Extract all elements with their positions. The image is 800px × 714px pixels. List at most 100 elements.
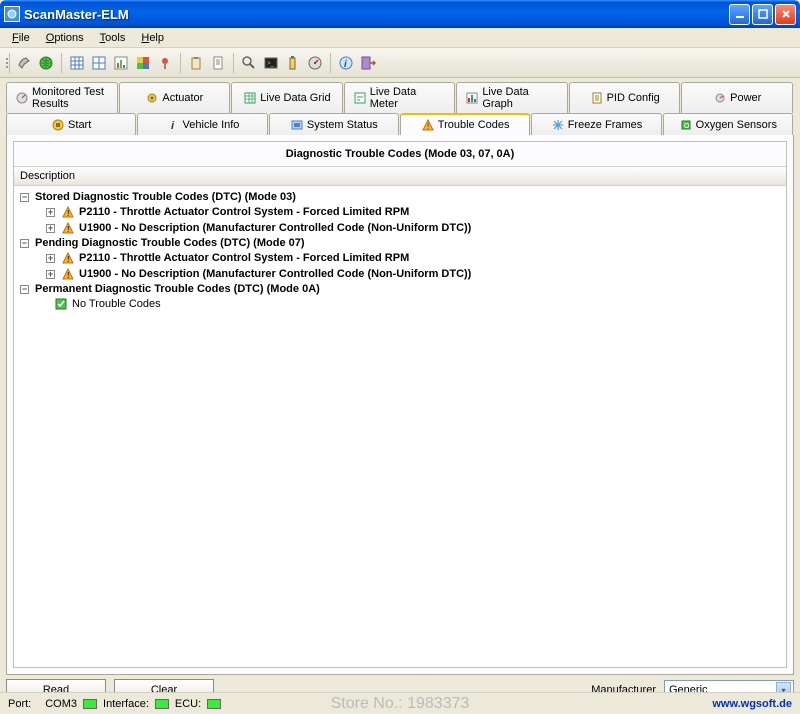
tree-item[interactable]: No Trouble Codes: [18, 296, 782, 312]
menu-file[interactable]: File: [4, 30, 38, 46]
palette-icon[interactable]: [133, 53, 153, 73]
tab-label: Live Data Meter: [370, 86, 447, 110]
clipboard-icon[interactable]: [186, 53, 206, 73]
tree-label: P2110 - Throttle Actuator Control System…: [79, 206, 409, 218]
tab-label: Trouble Codes: [438, 119, 510, 131]
status-interface-label: Interface:: [103, 698, 149, 710]
toolbar-grip: [4, 53, 10, 73]
status-port-label: Port:: [8, 698, 31, 710]
expand-icon[interactable]: +: [46, 224, 55, 233]
close-button[interactable]: [775, 4, 796, 25]
tab-monitored[interactable]: Monitored Test Results: [6, 82, 118, 113]
titlebar: ScanMaster-ELM: [0, 0, 800, 28]
dtc-tree: − Stored Diagnostic Trouble Codes (DTC) …: [14, 186, 786, 667]
tab-livegrid[interactable]: Live Data Grid: [231, 82, 343, 113]
tabs-container: Monitored Test Results Actuator Live Dat…: [0, 78, 800, 135]
grid1-icon[interactable]: [67, 53, 87, 73]
tab-power[interactable]: Power: [681, 82, 793, 113]
info-icon[interactable]: i: [336, 53, 356, 73]
collapse-icon[interactable]: −: [20, 193, 29, 202]
status-ecu-label: ECU:: [175, 698, 201, 710]
gauge-icon[interactable]: [305, 53, 325, 73]
status-led-port: [83, 699, 97, 709]
search-icon[interactable]: [239, 53, 259, 73]
status-link[interactable]: www.wgsoft.de: [712, 698, 792, 710]
tab-actuator[interactable]: Actuator: [119, 82, 231, 113]
tree-group-pending[interactable]: − Pending Diagnostic Trouble Codes (DTC)…: [18, 236, 782, 250]
expand-icon[interactable]: +: [46, 208, 55, 217]
grid2-icon[interactable]: [89, 53, 109, 73]
connect-icon[interactable]: [14, 53, 34, 73]
warning-icon: !: [61, 251, 75, 265]
warning-icon: !: [61, 205, 75, 219]
tab-label: Oxygen Sensors: [696, 119, 777, 131]
ok-icon: [54, 297, 68, 311]
column-header[interactable]: Description: [14, 166, 786, 186]
svg-text:i: i: [171, 120, 175, 132]
tab-trouble[interactable]: !Trouble Codes: [400, 113, 530, 135]
menu-tools[interactable]: Tools: [92, 30, 134, 46]
svg-text:!: !: [67, 255, 70, 264]
exit-icon[interactable]: [358, 53, 378, 73]
window-title: ScanMaster-ELM: [24, 7, 729, 22]
svg-text:>_: >_: [267, 61, 275, 67]
tab-label: Live Data Grid: [260, 92, 330, 104]
collapse-icon[interactable]: −: [20, 285, 29, 294]
tab-livegraph[interactable]: Live Data Graph: [456, 82, 568, 113]
tree-item[interactable]: + ! U1900 - No Description (Manufacturer…: [18, 266, 782, 282]
warning-icon: !: [61, 267, 75, 281]
tab-pidconfig[interactable]: PID Config: [569, 82, 681, 113]
globe-icon[interactable]: [36, 53, 56, 73]
tree-label: Permanent Diagnostic Trouble Codes (DTC)…: [35, 283, 320, 295]
menubar: File Options Tools Help: [0, 28, 800, 48]
tab-system[interactable]: System Status: [269, 113, 399, 135]
tree-label: Pending Diagnostic Trouble Codes (DTC) (…: [35, 237, 305, 249]
svg-text:O: O: [684, 123, 690, 130]
tab-label: Actuator: [162, 92, 203, 104]
collapse-icon[interactable]: −: [20, 239, 29, 248]
tree-label: No Trouble Codes: [72, 298, 161, 310]
status-led-interface: [155, 699, 169, 709]
tab-freeze[interactable]: Freeze Frames: [531, 113, 661, 135]
tree-label: U1900 - No Description (Manufacturer Con…: [79, 222, 471, 234]
tree-item[interactable]: + ! P2110 - Throttle Actuator Control Sy…: [18, 250, 782, 266]
svg-text:!: !: [67, 209, 70, 218]
tab-label: Start: [68, 119, 91, 131]
tree-group-permanent[interactable]: − Permanent Diagnostic Trouble Codes (DT…: [18, 282, 782, 296]
tree-label: Stored Diagnostic Trouble Codes (DTC) (M…: [35, 191, 296, 203]
expand-icon[interactable]: +: [46, 254, 55, 263]
pin-icon[interactable]: [155, 53, 175, 73]
statusbar: Port: COM3 Interface: ECU: Store No.: 19…: [0, 692, 800, 714]
doc-icon[interactable]: [208, 53, 228, 73]
tree-item[interactable]: + ! U1900 - No Description (Manufacturer…: [18, 220, 782, 236]
watermark: Store No.: 1983373: [331, 695, 470, 713]
status-led-ecu: [207, 699, 221, 709]
status-port-value: COM3: [45, 698, 77, 710]
tab-label: Power: [730, 92, 761, 104]
battery-icon[interactable]: [283, 53, 303, 73]
chart-icon[interactable]: [111, 53, 131, 73]
tab-label: Monitored Test Results: [32, 86, 109, 110]
tab-livemeter[interactable]: Live Data Meter: [344, 82, 456, 113]
svg-text:!: !: [67, 225, 70, 234]
tab-label: Vehicle Info: [183, 119, 240, 131]
tree-label: U1900 - No Description (Manufacturer Con…: [79, 268, 471, 280]
tab-start[interactable]: Start: [6, 113, 136, 135]
maximize-button[interactable]: [752, 4, 773, 25]
terminal-icon[interactable]: >_: [261, 53, 281, 73]
tab-label: Live Data Graph: [482, 86, 559, 110]
warning-icon: !: [61, 221, 75, 235]
tab-label: PID Config: [607, 92, 660, 104]
tree-item[interactable]: + ! P2110 - Throttle Actuator Control Sy…: [18, 204, 782, 220]
minimize-button[interactable]: [729, 4, 750, 25]
expand-icon[interactable]: +: [46, 270, 55, 279]
menu-help[interactable]: Help: [133, 30, 172, 46]
tab-label: System Status: [307, 119, 378, 131]
panel-title: Diagnostic Trouble Codes (Mode 03, 07, 0…: [14, 142, 786, 166]
app-icon: [4, 6, 20, 22]
menu-options[interactable]: Options: [38, 30, 92, 46]
tab-oxygen[interactable]: O Oxygen Sensors: [663, 113, 793, 135]
svg-text:!: !: [67, 271, 70, 280]
tree-group-stored[interactable]: − Stored Diagnostic Trouble Codes (DTC) …: [18, 190, 782, 204]
tab-vehicle[interactable]: i Vehicle Info: [137, 113, 267, 135]
